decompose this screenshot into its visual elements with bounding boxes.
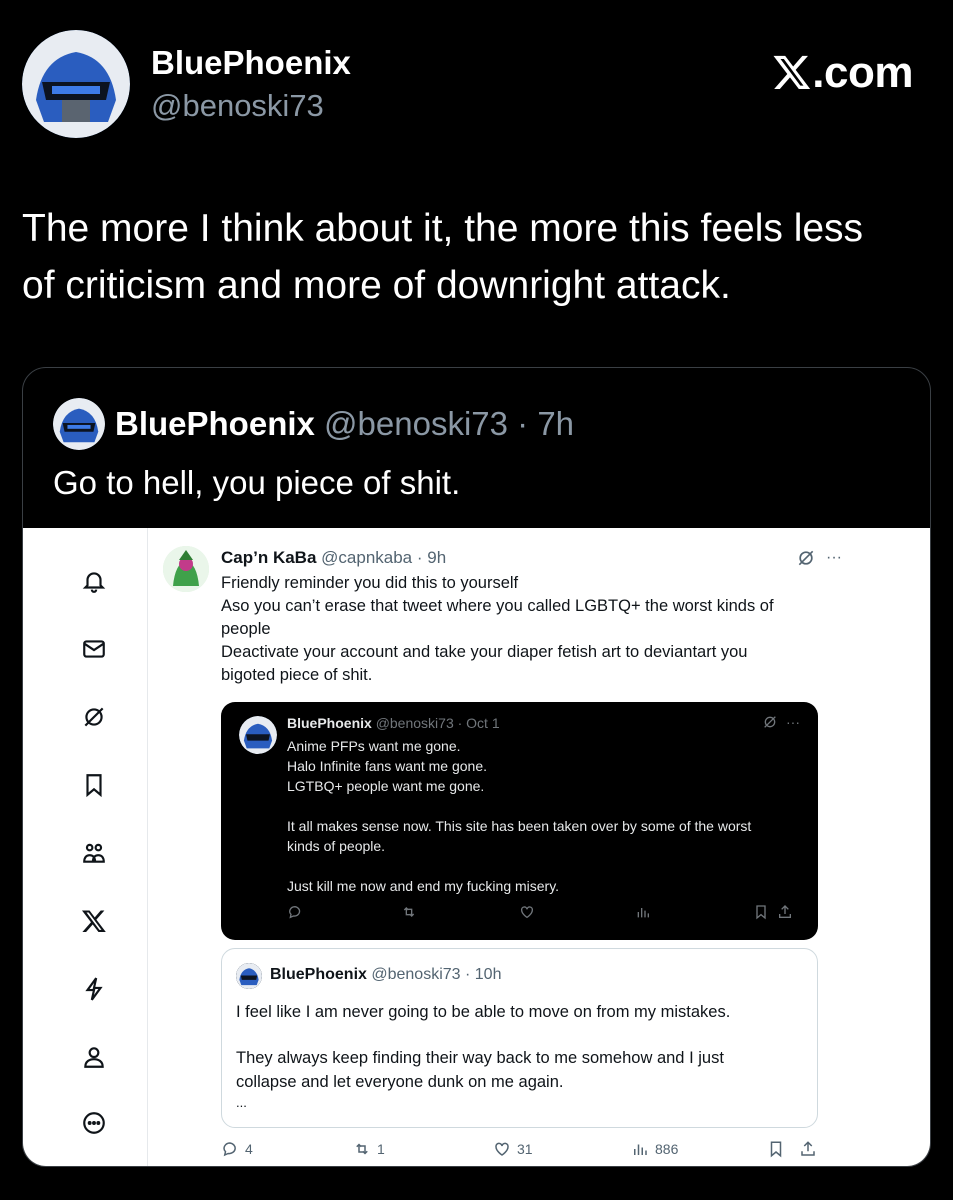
quoted-header: BluePhoenix @benoski73 · 7h <box>115 405 574 443</box>
post-text: The more I think about it, the more this… <box>22 200 932 314</box>
profile-display-name[interactable]: BluePhoenix <box>151 44 351 82</box>
dark-quote-header: BluePhoenix @benoski73 · Oct 1 <box>287 715 500 731</box>
dark-quote-actions <box>277 904 807 924</box>
light-quote-handle-time: @benoski73 · 10h <box>371 966 502 983</box>
post-text-line: of criticism and more of downright attac… <box>22 264 731 307</box>
reply-button[interactable]: 4 <box>221 1140 253 1158</box>
light-quote-line: I feel like I am never going to be able … <box>236 1003 731 1021</box>
like-button[interactable]: 31 <box>493 1140 533 1158</box>
bell-icon[interactable] <box>81 568 107 594</box>
views-icon[interactable] <box>635 904 651 920</box>
tweet-header: Cap’n KaBa @capnkaba · 9h <box>221 548 446 568</box>
repost-icon[interactable] <box>401 904 417 920</box>
light-quote-line: They always keep finding their way back … <box>236 1049 724 1067</box>
dark-quote-line: Anime PFPs want me gone. <box>287 738 461 754</box>
x-logo-icon[interactable] <box>81 908 107 934</box>
tweet-line: Deactivate your account and take your di… <box>221 643 748 661</box>
tweet-top-actions: ··· <box>796 548 842 568</box>
bookmark-icon[interactable] <box>753 904 769 920</box>
dark-quote-line: Halo Infinite fans want me gone. <box>287 758 488 774</box>
communities-icon[interactable] <box>81 840 107 866</box>
more-icon[interactable] <box>81 1110 107 1136</box>
tweet-body: Friendly reminder you did this to yourse… <box>221 572 821 687</box>
reply-icon <box>223 1142 236 1157</box>
tweet-line: bigoted piece of shit. <box>221 666 373 684</box>
dark-quote-top-actions: ··· <box>762 714 800 730</box>
more-options-button[interactable]: ··· <box>786 714 800 730</box>
quoted-display-name[interactable]: BluePhoenix <box>115 405 315 442</box>
quoted-post-card[interactable]: BluePhoenix @benoski73 · 7h Go to hell, … <box>22 367 931 1167</box>
post-text-line: The more I think about it, the more this… <box>22 207 864 250</box>
like-icon <box>495 1142 509 1156</box>
reply-icon[interactable] <box>287 904 303 920</box>
dark-quote-line: LGTBQ+ people want me gone. <box>287 778 485 794</box>
embedded-screenshot: Cap’n KaBa @capnkaba · 9h ··· Friendly r… <box>23 528 930 1166</box>
views-icon <box>634 1144 647 1155</box>
light-quote-line: collapse and let everyone dunk on me aga… <box>236 1073 564 1091</box>
repost-button[interactable]: 1 <box>353 1140 385 1158</box>
brand-suffix: .com <box>812 48 913 97</box>
dark-quote-avatar[interactable] <box>239 716 277 754</box>
mail-icon[interactable] <box>81 636 107 662</box>
dark-quote-name[interactable]: BluePhoenix <box>287 715 372 731</box>
more-options-button[interactable]: ··· <box>826 549 842 567</box>
grok-icon[interactable] <box>762 714 778 730</box>
repost-count: 1 <box>377 1141 385 1157</box>
x-logo-icon <box>773 55 811 89</box>
share-icon <box>801 1141 815 1156</box>
dark-quote-handle-time: @benoski73 · Oct 1 <box>375 715 500 731</box>
repost-icon <box>356 1143 368 1155</box>
light-quote-name[interactable]: BluePhoenix <box>270 966 367 983</box>
verified-icon[interactable] <box>81 976 107 1002</box>
light-quote-avatar[interactable] <box>236 963 262 989</box>
sidebar-nav <box>23 528 148 1166</box>
bookmark-icon[interactable] <box>81 772 107 798</box>
light-quote-header: BluePhoenix @benoski73 · 10h <box>270 966 501 984</box>
x-brand-watermark: .com <box>772 48 913 98</box>
bookmark-icon <box>770 1141 782 1158</box>
like-icon[interactable] <box>519 904 535 920</box>
like-count: 31 <box>517 1141 533 1157</box>
grok-icon[interactable] <box>796 548 816 568</box>
grok-icon[interactable] <box>81 704 107 730</box>
bookmark-button[interactable] <box>767 1140 785 1158</box>
tweet-line: Aso you can’t erase that tweet where you… <box>221 597 774 615</box>
dark-quote-line: kinds of people. <box>287 838 386 854</box>
quoted-handle-time: @benoski73 · 7h <box>324 405 575 442</box>
dark-quote-line: Just kill me now and end my fucking mise… <box>287 878 560 894</box>
profile-icon[interactable] <box>81 1044 107 1070</box>
tweet-handle-time: @capnkaba · 9h <box>321 548 447 567</box>
share-button[interactable] <box>799 1140 817 1158</box>
quoted-avatar[interactable] <box>53 398 105 450</box>
tweet-action-bar: 4 1 31 886 <box>221 1140 821 1162</box>
share-icon[interactable] <box>777 904 793 920</box>
profile-handle[interactable]: @benoski73 <box>151 88 324 124</box>
profile-avatar[interactable] <box>22 30 130 138</box>
tweet-avatar[interactable] <box>163 546 209 592</box>
dark-quote-line: It all makes sense now. This site has be… <box>287 818 752 834</box>
tweet-line: people <box>221 620 271 638</box>
dark-quoted-tweet[interactable]: BluePhoenix @benoski73 · Oct 1 ··· Anime… <box>221 702 818 940</box>
tweet-line: Friendly reminder you did this to yourse… <box>221 574 519 592</box>
reply-count: 4 <box>245 1141 253 1157</box>
views-button[interactable]: 886 <box>631 1140 678 1158</box>
light-quote-line: ... <box>236 1095 247 1110</box>
light-quoted-tweet[interactable]: BluePhoenix @benoski73 · 10h I feel like… <box>221 948 818 1128</box>
views-count: 886 <box>655 1141 679 1157</box>
tweet-display-name[interactable]: Cap’n KaBa <box>221 548 316 567</box>
quoted-text: Go to hell, you piece of shit. <box>53 464 461 501</box>
